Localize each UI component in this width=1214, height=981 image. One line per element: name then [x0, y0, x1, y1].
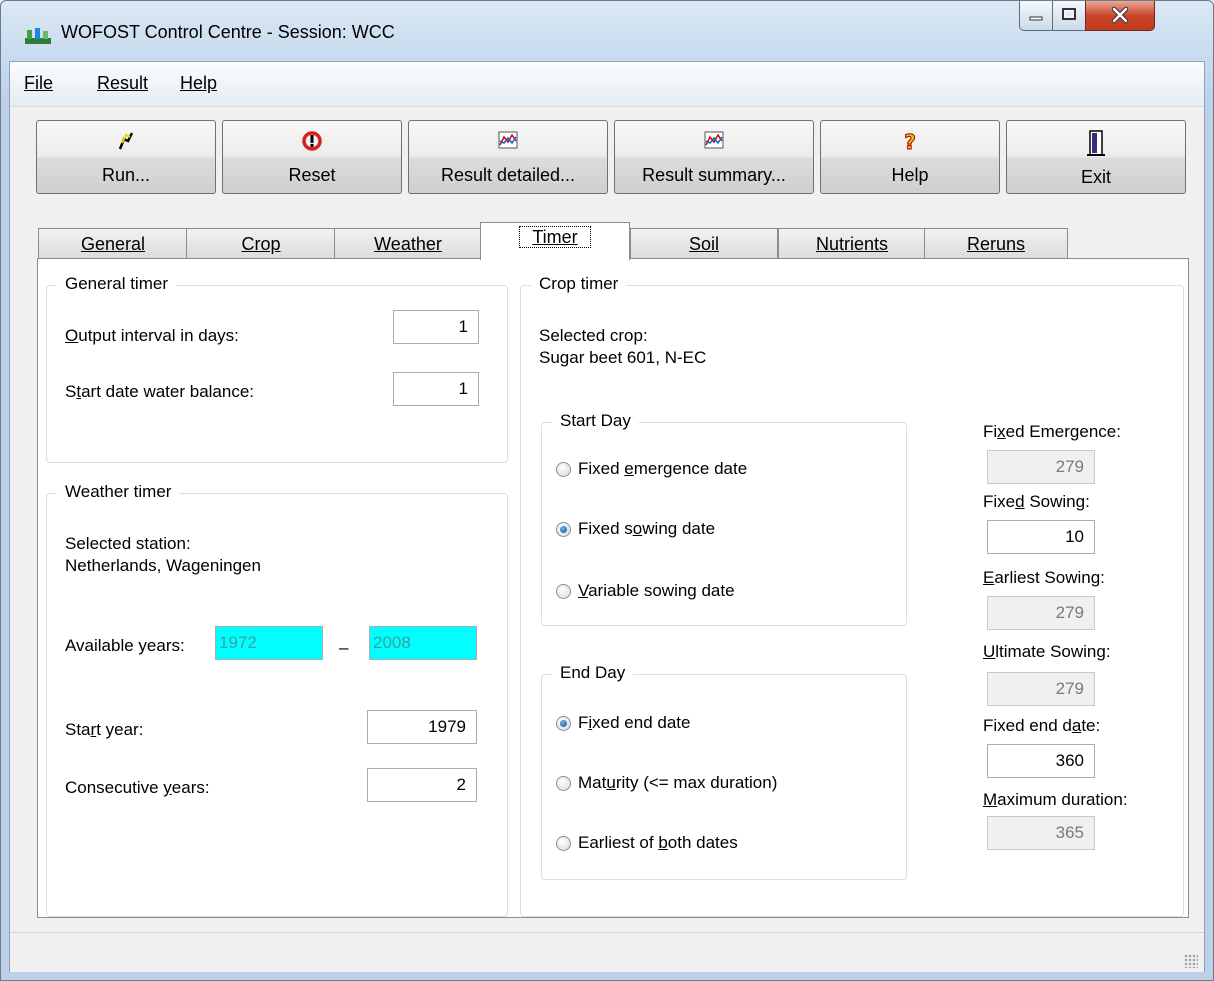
fixed-sowing-input[interactable]: 10 [987, 520, 1095, 554]
weather-timer-group: Weather timer Selected station: Netherla… [46, 482, 508, 917]
selected-station-value: Netherlands, Wageningen [65, 556, 261, 575]
run-icon [118, 132, 134, 150]
exit-door-icon [1087, 130, 1105, 156]
client-area: File Result Help Run... Reset Result det… [9, 61, 1205, 972]
minimize-button[interactable] [1019, 1, 1053, 31]
minimize-icon [1029, 16, 1043, 21]
resize-grip-icon[interactable] [1184, 954, 1198, 968]
chart-icon [704, 131, 724, 149]
crop-timer-group: Crop timer Selected crop: Sugar beet 601… [520, 274, 1184, 917]
reset-button[interactable]: Reset [222, 120, 402, 194]
title-bar[interactable]: WOFOST Control Centre - Session: WCC [1, 1, 1213, 61]
application-window: WOFOST Control Centre - Session: WCC Fil… [0, 0, 1214, 981]
tab-timer[interactable]: Timer [480, 222, 630, 260]
status-bar [10, 932, 1204, 972]
reset-icon [302, 131, 322, 151]
start-date-water-balance-input[interactable]: 1 [393, 372, 479, 406]
maximum-duration-input: 365 [987, 816, 1095, 850]
consecutive-years-label: Consecutive years: [65, 778, 210, 797]
crop-timer-title: Crop timer [531, 274, 627, 294]
timer-tab-page: General timer Output interval in days: 1… [37, 258, 1189, 918]
close-icon [1111, 6, 1129, 24]
selected-crop-value: Sugar beet 601, N-EC [539, 348, 707, 367]
selected-crop-label: Selected crop: [539, 326, 648, 345]
ultimate-sowing-label: Ultimate Sowing: [983, 642, 1111, 661]
available-year-to: 2008 [369, 626, 477, 660]
tab-reruns[interactable]: Reruns [924, 228, 1068, 258]
fixed-emergence-input: 279 [987, 450, 1095, 484]
start-day-title: Start Day [552, 411, 639, 431]
radio-fixed-end-date[interactable]: Fixed end date [556, 713, 690, 733]
radio-circle-selected [556, 521, 571, 537]
start-day-group: Start Day Fixed emergence date Fixed sow… [541, 411, 907, 626]
menu-bar: File Result Help [10, 62, 1204, 107]
menu-result[interactable]: Result [97, 73, 148, 94]
radio-circle [556, 835, 571, 851]
fixed-emergence-label: Fixed Emergence: [983, 422, 1121, 441]
tab-soil[interactable]: Soil [630, 228, 778, 258]
window-title: WOFOST Control Centre - Session: WCC [61, 22, 395, 42]
start-year-input[interactable]: 1979 [367, 710, 477, 744]
earliest-sowing-input: 279 [987, 596, 1095, 630]
help-button[interactable]: ? Help [820, 120, 1000, 194]
years-dash: – [339, 638, 349, 657]
chart-icon [498, 131, 518, 149]
start-year-label: Start year: [65, 720, 144, 739]
radio-circle-selected [556, 715, 571, 731]
radio-maturity[interactable]: Maturity (<= max duration) [556, 773, 777, 793]
tab-general[interactable]: General [38, 228, 188, 258]
ultimate-sowing-input: 279 [987, 672, 1095, 706]
svg-text:?: ? [904, 130, 916, 153]
end-day-title: End Day [552, 663, 634, 683]
tab-nutrients[interactable]: Nutrients [778, 228, 926, 258]
radio-circle [556, 775, 571, 791]
end-day-group: End Day Fixed end date Maturity (<= max … [541, 663, 907, 880]
start-date-water-balance-label: Start date water balance: [65, 382, 255, 401]
selected-station-label: Selected station: [65, 534, 191, 553]
radio-circle [556, 461, 571, 477]
fixed-end-date-label: Fixed end date: [983, 716, 1101, 735]
output-interval-label: Output interval in days: [65, 326, 239, 345]
result-summary-button[interactable]: Result summary... [614, 120, 814, 194]
maximum-duration-label: Maximum duration: [983, 790, 1128, 809]
radio-fixed-emergence-date[interactable]: Fixed emergence date [556, 459, 747, 479]
maximize-button[interactable] [1052, 1, 1086, 31]
weather-timer-title: Weather timer [57, 482, 180, 502]
fixed-end-date-input[interactable]: 360 [987, 744, 1095, 778]
consecutive-years-input[interactable]: 2 [367, 768, 477, 802]
app-icon [25, 28, 51, 44]
radio-earliest-of-both[interactable]: Earliest of both dates [556, 833, 738, 853]
run-button[interactable]: Run... [36, 120, 216, 194]
available-year-from: 1972 [215, 626, 323, 660]
fixed-sowing-label: Fixed Sowing: [983, 492, 1090, 511]
maximize-icon [1062, 8, 1076, 20]
menu-file[interactable]: File [24, 73, 53, 94]
radio-variable-sowing-date[interactable]: Variable sowing date [556, 581, 735, 601]
general-timer-group: General timer Output interval in days: 1… [46, 274, 508, 463]
close-button[interactable] [1085, 1, 1155, 31]
tab-crop[interactable]: Crop [186, 228, 336, 258]
radio-fixed-sowing-date[interactable]: Fixed sowing date [556, 519, 715, 539]
earliest-sowing-label: Earliest Sowing: [983, 568, 1105, 587]
exit-button[interactable]: Exit [1006, 120, 1186, 194]
help-question-icon: ? [904, 130, 917, 154]
menu-help[interactable]: Help [180, 73, 217, 94]
radio-circle [556, 583, 571, 599]
result-detailed-button[interactable]: Result detailed... [408, 120, 608, 194]
output-interval-input[interactable]: 1 [393, 310, 479, 344]
tab-weather[interactable]: Weather [334, 228, 482, 258]
general-timer-title: General timer [57, 274, 176, 294]
available-years-label: Available years: [65, 636, 185, 655]
